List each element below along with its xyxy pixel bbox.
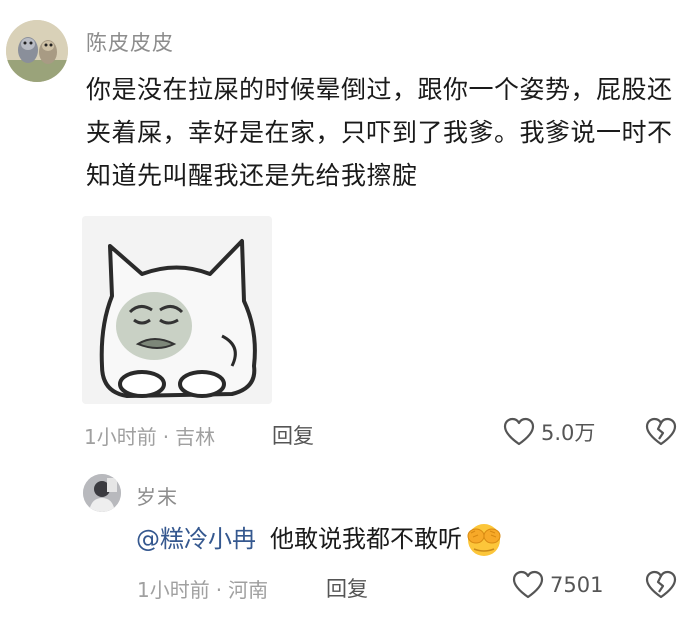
reply-like-button[interactable]: 7501 bbox=[512, 570, 603, 600]
reply-location: 河南 bbox=[228, 578, 269, 602]
like-count: 5.0万 bbox=[541, 421, 596, 445]
heart-outline-icon bbox=[512, 570, 544, 599]
broken-heart-icon bbox=[645, 570, 677, 599]
reply-meta: 1小时前 · 河南 bbox=[137, 574, 268, 603]
reply-text: 他敢说我都不敢听 bbox=[270, 525, 462, 553]
face-covering-eyes-emoji-icon bbox=[467, 524, 501, 556]
comment-time: 1小时前 bbox=[84, 425, 157, 449]
reply-time: 1小时前 bbox=[137, 578, 210, 602]
reply-dislike-button[interactable] bbox=[645, 570, 677, 604]
sticker-image[interactable] bbox=[82, 216, 272, 404]
reply-username[interactable]: 岁末 bbox=[136, 481, 178, 510]
user-avatar[interactable] bbox=[6, 20, 68, 82]
reply-body: @糕冷小冉 他敢说我都不敢听 bbox=[136, 518, 504, 560]
meta-separator: · bbox=[215, 578, 223, 602]
comment-meta: 1小时前 · 吉林 bbox=[84, 421, 215, 450]
reply-user-avatar[interactable] bbox=[83, 474, 121, 512]
meta-separator: · bbox=[162, 425, 170, 449]
comment-body: 你是没在拉屎的时候晕倒过，跟你一个姿势，屁股还夹着屎，幸好是在家，只吓到了我爹。… bbox=[86, 75, 673, 190]
like-button[interactable]: 5.0万 bbox=[503, 417, 595, 447]
reply-button[interactable]: 回复 bbox=[272, 420, 314, 450]
reply-like-count: 7501 bbox=[550, 573, 604, 597]
heart-outline-icon bbox=[503, 417, 535, 446]
mention-link[interactable]: @糕冷小冉 bbox=[136, 518, 256, 560]
reply-reply-button[interactable]: 回复 bbox=[326, 573, 368, 603]
comment-username[interactable]: 陈皮皮皮 bbox=[86, 27, 174, 57]
broken-heart-icon bbox=[645, 417, 677, 446]
dislike-button[interactable] bbox=[645, 417, 677, 451]
comment-location: 吉林 bbox=[175, 425, 216, 449]
